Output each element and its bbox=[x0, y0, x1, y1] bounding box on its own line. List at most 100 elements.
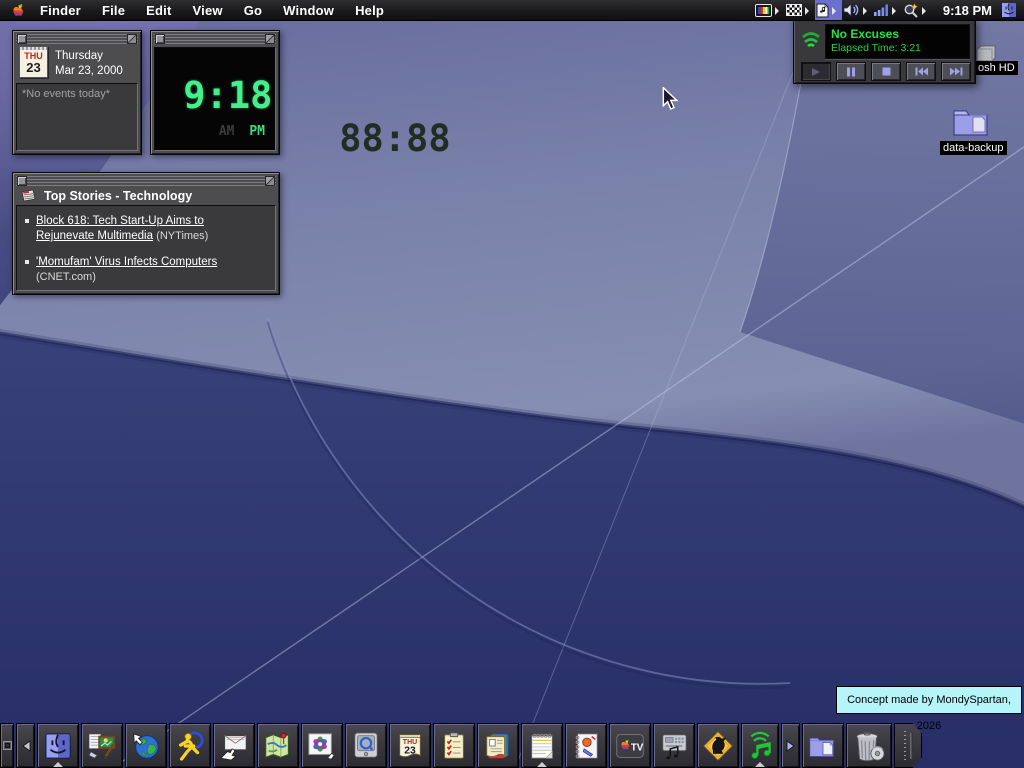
svg-text:TV: TV bbox=[631, 742, 644, 753]
clock-face: 88:88 9:18 AM PM bbox=[154, 47, 451, 160]
checklist-icon bbox=[444, 731, 464, 759]
menu-bar: Finder File Edit View Go Window Help 9:1… bbox=[0, 0, 1024, 21]
finder-icon bbox=[45, 732, 71, 759]
folder-doc-icon bbox=[809, 737, 835, 757]
newspaper-icon bbox=[21, 189, 36, 202]
clock-widget: 88:88 9:18 AM PM bbox=[150, 30, 451, 160]
chevron-right-icon bbox=[862, 6, 867, 15]
strip-end-handle[interactable] bbox=[894, 723, 922, 768]
mail-hand-icon bbox=[220, 734, 247, 761]
data-backup-label[interactable]: data-backup bbox=[940, 141, 1007, 155]
bullet-icon bbox=[25, 219, 29, 223]
finder-app-icon bbox=[1002, 3, 1016, 17]
stop-button[interactable] bbox=[871, 62, 901, 81]
calendar-events-text: *No events today* bbox=[22, 88, 111, 100]
desk-publishing-icon bbox=[88, 732, 116, 759]
previous-button[interactable] bbox=[906, 62, 936, 81]
close-box-icon[interactable] bbox=[17, 176, 27, 186]
close-box-icon[interactable] bbox=[17, 34, 27, 44]
zoom-box-icon[interactable] bbox=[127, 34, 137, 44]
zoom-box-icon[interactable] bbox=[265, 176, 275, 186]
dock-appletv-button[interactable]: TV bbox=[609, 723, 651, 768]
playing-arcs-icon bbox=[802, 32, 820, 47]
news-widget: Top Stories - Technology Block 618: Tech… bbox=[12, 172, 280, 295]
menu-window[interactable]: Window bbox=[283, 3, 334, 18]
play-button[interactable] bbox=[801, 62, 831, 81]
running-app-indicator bbox=[537, 762, 547, 767]
volume-extra[interactable] bbox=[842, 0, 873, 20]
dock-trash-button[interactable] bbox=[846, 723, 892, 768]
scroll-left-button[interactable] bbox=[16, 723, 35, 768]
bullet-icon bbox=[25, 260, 29, 264]
menubar-clock[interactable]: 9:18 PM bbox=[943, 3, 992, 18]
green-music-icon bbox=[750, 731, 771, 759]
volume-icon bbox=[843, 3, 859, 17]
menu-help[interactable]: Help bbox=[355, 3, 384, 18]
menu-file[interactable]: File bbox=[102, 3, 125, 18]
dock-quicktime-button[interactable] bbox=[345, 723, 387, 768]
dock-radio-button[interactable] bbox=[653, 723, 695, 768]
data-backup-folder-icon[interactable] bbox=[951, 103, 993, 144]
news-story: 'Momufam' Virus Infects Computers (CNET.… bbox=[23, 255, 269, 285]
previous-icon bbox=[915, 67, 928, 76]
close-box-icon[interactable] bbox=[155, 34, 165, 44]
trash-icon bbox=[856, 731, 885, 761]
strip-tab-button[interactable] bbox=[0, 723, 14, 768]
calendar-page-icon: THU 23 bbox=[19, 46, 48, 78]
notepad-icon bbox=[531, 733, 553, 759]
clock-am-indicator: AM bbox=[218, 124, 235, 139]
news-titlebar[interactable] bbox=[16, 176, 276, 186]
resolution-extra[interactable] bbox=[785, 0, 815, 20]
clock-titlebar[interactable] bbox=[154, 34, 276, 44]
credit-tooltip: Concept made by MondySpartan, 2026 bbox=[836, 686, 1022, 732]
signal-extra[interactable] bbox=[873, 0, 902, 20]
chevron-right-icon bbox=[831, 6, 836, 15]
macintosh-hd-label[interactable]: osh HD bbox=[975, 61, 1018, 75]
globe-hand-icon bbox=[133, 732, 159, 759]
next-button[interactable] bbox=[941, 62, 971, 81]
menu-edit[interactable]: Edit bbox=[146, 3, 171, 18]
dock-graphics-button[interactable] bbox=[301, 723, 343, 768]
dock-notepad-button[interactable] bbox=[521, 723, 563, 768]
display-depth-extra[interactable] bbox=[754, 0, 785, 20]
dock-publishing-button[interactable] bbox=[81, 723, 123, 768]
dock-checklist-button[interactable] bbox=[433, 723, 475, 768]
calendar-weekday: Thursday bbox=[55, 50, 103, 62]
play-icon bbox=[812, 67, 820, 76]
clock-ghost-segments: 88:88 bbox=[339, 117, 451, 160]
zoom-box-icon[interactable] bbox=[265, 34, 275, 44]
display-depth-icon bbox=[754, 3, 772, 17]
dock-sketchpad-button[interactable] bbox=[565, 723, 607, 768]
menu-view[interactable]: View bbox=[193, 3, 223, 18]
arrow-right-icon bbox=[786, 739, 795, 752]
clock-time: 9:18 bbox=[161, 74, 273, 117]
dock-addressbook-button[interactable] bbox=[477, 723, 519, 768]
dock-browser-button[interactable] bbox=[125, 723, 167, 768]
calendar-titlebar[interactable] bbox=[16, 34, 138, 44]
apple-logo-icon bbox=[13, 4, 24, 16]
pause-button[interactable] bbox=[836, 62, 866, 81]
dock-map-button[interactable] bbox=[257, 723, 299, 768]
dock-calendar-button[interactable]: THU 23 bbox=[389, 723, 431, 768]
menu-go[interactable]: Go bbox=[244, 3, 262, 18]
application-menu[interactable] bbox=[1001, 2, 1017, 18]
apple-menu[interactable] bbox=[12, 2, 26, 18]
dock-folder-button[interactable] bbox=[802, 723, 844, 768]
player-elapsed-time: Elapsed Time: 3:21 bbox=[831, 42, 921, 54]
dock-aim-button[interactable] bbox=[169, 723, 211, 768]
music-menu-extra[interactable] bbox=[814, 0, 842, 20]
calendar-date: Mar 23, 2000 bbox=[55, 65, 123, 77]
sherlock-magnifier-icon bbox=[904, 2, 919, 18]
news-link-2[interactable]: 'Momufam' Virus Infects Computers bbox=[36, 256, 217, 268]
sherlock-extra[interactable] bbox=[902, 0, 932, 20]
dock-mail-button[interactable] bbox=[213, 723, 255, 768]
dock-music-button[interactable] bbox=[741, 723, 779, 768]
menu-finder[interactable]: Finder bbox=[40, 3, 81, 18]
dock-finder-button[interactable] bbox=[37, 723, 79, 768]
clock-pm-indicator: PM bbox=[249, 124, 265, 139]
scroll-right-button[interactable] bbox=[781, 723, 800, 768]
calendar-events-box: *No events today* bbox=[16, 83, 138, 151]
menu-status-area: 9:18 PM bbox=[754, 0, 1024, 20]
calendar-widget: THU 23 Thursday Mar 23, 2000 *No events … bbox=[12, 30, 142, 155]
dock-chess-button[interactable] bbox=[697, 723, 739, 768]
